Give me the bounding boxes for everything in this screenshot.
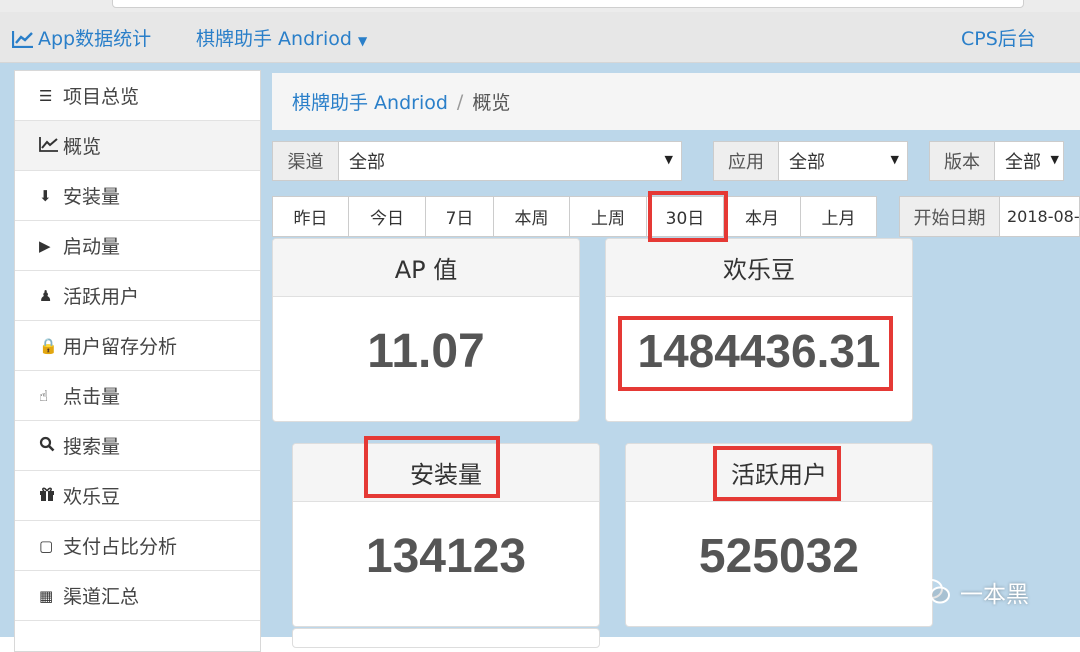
app-dropdown[interactable]: 棋牌助手 Andriod ▼: [196, 24, 367, 51]
brand-label: App数据统计: [38, 28, 152, 50]
highlight-box: [618, 316, 893, 391]
sidebar-item-label: 支付占比分析: [63, 536, 178, 558]
watermark-text: 一本黑: [960, 582, 1029, 608]
search-icon: [39, 436, 61, 456]
version-select[interactable]: 全部 ▼: [994, 141, 1064, 181]
app-dropdown-label: 棋牌助手 Andriod: [196, 28, 352, 50]
highlight-box: [648, 191, 728, 242]
sidebar-item-label: 安装量: [63, 186, 121, 208]
breadcrumb-separator: /: [456, 90, 464, 113]
sidebar-item-label: 渠道汇总: [63, 586, 140, 608]
sidebar-item-installs[interactable]: ⬇ 安装量: [15, 171, 260, 221]
list-icon: ☰: [39, 86, 53, 105]
caret-down-icon: ▼: [890, 153, 899, 166]
start-date-value: 2018-08-: [1007, 207, 1080, 226]
sidebar-item-label: 概览: [63, 136, 102, 158]
card-value: 525032: [698, 530, 860, 583]
version-label: 版本: [929, 141, 995, 181]
date-btn-today[interactable]: 今日: [348, 196, 426, 237]
hand-pointer-icon: ☝: [39, 386, 49, 405]
navbar: App数据统计 棋牌助手 Andriod ▼ CPS后台: [0, 12, 1080, 63]
download-icon: ⬇: [39, 186, 52, 205]
card-value: 11.07: [367, 325, 485, 378]
channel-select-value: 全部: [349, 152, 385, 173]
sidebar-item-label: 活跃用户: [63, 286, 140, 308]
caret-down-icon: ▼: [357, 34, 368, 48]
line-chart-icon: [39, 136, 61, 156]
sidebar-item-retention[interactable]: 🔒 用户留存分析: [15, 321, 260, 371]
address-bar[interactable]: [112, 0, 1024, 8]
sidebar-item-label: 点击量: [63, 386, 121, 408]
sidebar-item-overview-all[interactable]: ☰ 项目总览: [15, 71, 260, 121]
app-label: 应用: [713, 141, 779, 181]
caret-down-icon: ▼: [1050, 153, 1059, 166]
sidebar: ☰ 项目总览 概览 ⬇ 安装量 ▶ 启动量 ♟ 活跃用户 🔒 用户留存分析 ☝ 点击量 搜索…: [14, 70, 261, 652]
card-value: 134123: [365, 530, 527, 583]
table-icon: ▦: [39, 586, 54, 605]
cps-link[interactable]: CPS后台: [961, 24, 1036, 51]
gift-icon: [39, 486, 61, 506]
cps-label: CPS后台: [961, 28, 1036, 50]
card-title: 欢乐豆: [606, 239, 912, 297]
app-select[interactable]: 全部 ▼: [778, 141, 908, 181]
date-btn-7days[interactable]: 7日: [425, 196, 494, 237]
sidebar-item-label: 欢乐豆: [63, 486, 121, 508]
play-icon: ▶: [39, 236, 51, 255]
sidebar-item-overview[interactable]: 概览: [15, 121, 260, 171]
version-select-value: 全部: [1005, 152, 1041, 173]
start-date-input[interactable]: 2018-08-: [999, 196, 1080, 237]
card-ap-value: AP 值 11.07: [272, 238, 580, 422]
date-btn-last-week[interactable]: 上周: [569, 196, 647, 237]
card-title: AP 值: [273, 239, 579, 297]
watermark: 一本黑: [918, 572, 1058, 612]
highlight-box: [713, 446, 841, 501]
wechat-icon: [919, 579, 950, 604]
breadcrumb: 棋牌助手 Andriod / 概览: [272, 73, 1080, 130]
date-btn-yesterday[interactable]: 昨日: [272, 196, 349, 237]
line-chart-icon: [11, 31, 33, 49]
person-icon: ♟: [39, 286, 53, 305]
sidebar-item-launches[interactable]: ▶ 启动量: [15, 221, 260, 271]
highlight-box: [364, 436, 500, 498]
brand-link[interactable]: App数据统计: [11, 24, 152, 51]
sidebar-item-payment-ratio[interactable]: ▢ 支付占比分析: [15, 521, 260, 571]
sidebar-item-clicks[interactable]: ☝ 点击量: [15, 371, 260, 421]
channel-select[interactable]: 全部 ▼: [338, 141, 682, 181]
square-icon: ▢: [39, 536, 54, 555]
sidebar-item-label: 项目总览: [63, 86, 140, 108]
caret-down-icon: ▼: [664, 153, 673, 166]
sidebar-item-searches[interactable]: 搜索量: [15, 421, 260, 471]
sidebar-item-label: 搜索量: [63, 436, 121, 458]
date-btn-this-month[interactable]: 本月: [723, 196, 801, 237]
breadcrumb-current: 概览: [472, 92, 511, 114]
card-partial: [292, 628, 600, 648]
sidebar-item-happy-beans[interactable]: 欢乐豆: [15, 471, 260, 521]
channel-label: 渠道: [272, 141, 339, 181]
lock-icon: 🔒: [39, 336, 58, 355]
date-btn-this-week[interactable]: 本周: [493, 196, 570, 237]
sidebar-item-active-users[interactable]: ♟ 活跃用户: [15, 271, 260, 321]
start-date-label: 开始日期: [899, 196, 1000, 237]
breadcrumb-link[interactable]: 棋牌助手 Andriod: [292, 88, 448, 115]
sidebar-item-label: 启动量: [63, 236, 121, 258]
sidebar-item-channel-summary[interactable]: ▦ 渠道汇总: [15, 571, 260, 621]
date-btn-last-month[interactable]: 上月: [800, 196, 877, 237]
sidebar-item-label: 用户留存分析: [63, 336, 178, 358]
app-select-value: 全部: [789, 152, 825, 173]
